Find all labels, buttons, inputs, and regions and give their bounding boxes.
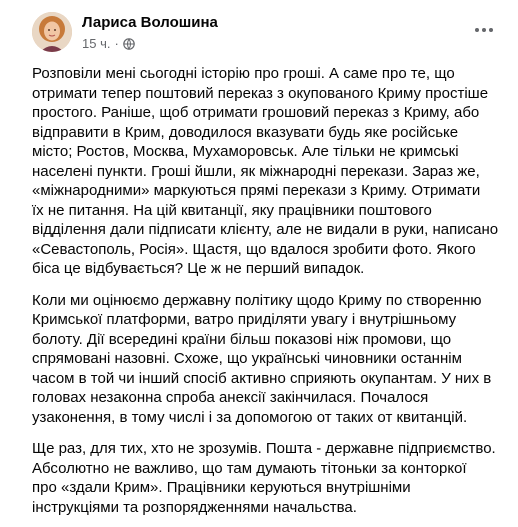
text-line: Розповіли мені сьогодні історію про грош…	[32, 65, 455, 82]
text-line: Абсолютно не важливо, що там думають тіт…	[32, 459, 467, 477]
text-line: відправити в Крим, доводилося вказувати …	[32, 123, 459, 141]
text-line: «Севастополь, Росія». Щастя, що вдалося …	[32, 240, 476, 258]
author-avatar[interactable]	[32, 12, 72, 52]
facebook-post: Лариса Волошина 15 ч. · Розповіли мені с…	[0, 0, 518, 527]
post-timestamp[interactable]: 15 ч.	[82, 36, 110, 51]
post-paragraph: Коли ми оцінюємо державну політику щодо …	[32, 291, 502, 428]
author-name[interactable]: Лариса Волошина	[82, 14, 218, 31]
text-line: «міжнародними» маркуються прямі перекази…	[32, 182, 481, 199]
text-line: часом в той чи інший спосіб активно спри…	[32, 369, 492, 387]
globe-icon	[123, 37, 135, 50]
text-line: головах незаконна спроба анексії закінчи…	[32, 389, 429, 406]
post-header: Лариса Волошина 15 ч. ·	[32, 12, 502, 56]
text-line: простого. Раніше, щоб отримати грошовий …	[32, 104, 480, 121]
post-paragraph: Ще раз, для тих, хто не зрозумів. Пошта …	[32, 439, 502, 517]
text-line: місто; Ростов, Москва, Мухаморовськ. Але…	[32, 143, 459, 160]
text-line: відділення дали підписати клієнту, але н…	[32, 221, 499, 238]
text-line: про «здали Крим». Працівники керуються в…	[32, 479, 411, 496]
post-paragraph: Розповіли мені сьогодні історію про грош…	[32, 64, 502, 279]
text-line: біса це відбувається? Це ж не перший вип…	[32, 260, 365, 277]
text-line: спрямовані назовні. Схоже, що українські…	[32, 350, 462, 367]
more-options-button[interactable]	[470, 16, 498, 44]
text-line: Кримської платформи, ватро приділяти ува…	[32, 311, 457, 328]
meta-separator: ·	[114, 36, 119, 51]
avatar-image	[32, 12, 72, 52]
text-line: Ще раз, для тих, хто не зрозумів. Пошта …	[32, 440, 496, 457]
post-meta: 15 ч. ·	[82, 36, 135, 51]
text-line: їх не питання. На цій квитанції, яку пра…	[32, 201, 432, 219]
text-line: отримати тепер поштовий переказ з окупов…	[32, 84, 489, 102]
text-line: Коли ми оцінюємо державну політику щодо …	[32, 291, 482, 309]
text-line: узаконення, в тому числі і за допомогою …	[32, 408, 468, 426]
text-line: інструкціями та розпорядженнями начальст…	[32, 498, 357, 516]
post-message: Розповіли мені сьогодні історію про грош…	[32, 64, 502, 517]
more-horizontal-icon	[475, 28, 493, 32]
text-line: населені пункти. Гроші йшли, як міжнарод…	[32, 162, 480, 180]
text-line: болоту. Дії всередині країни більш показ…	[32, 330, 452, 348]
